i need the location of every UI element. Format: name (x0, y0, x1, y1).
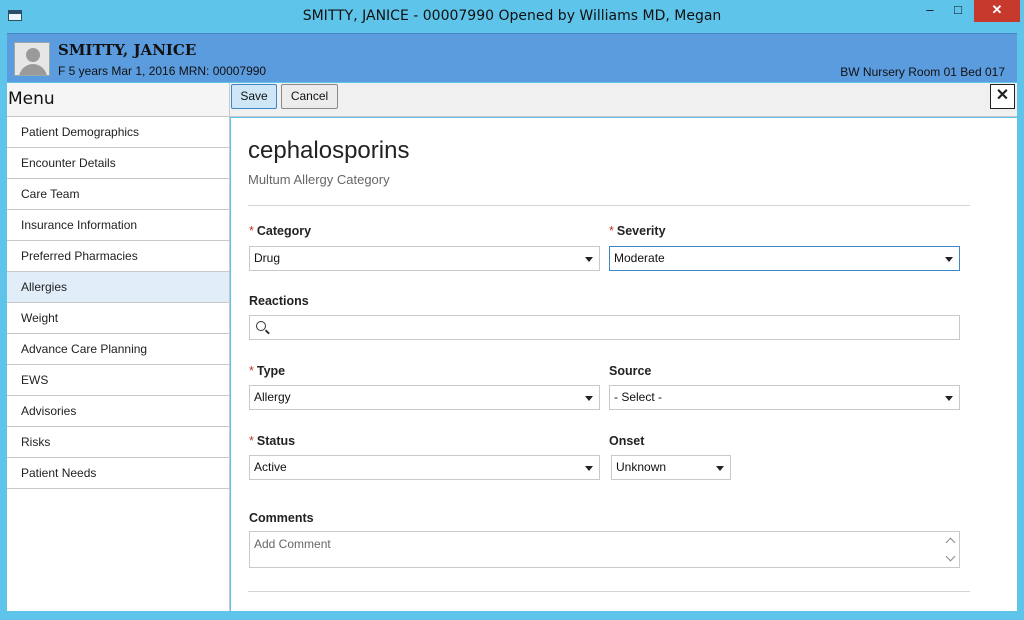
source-label: Source (609, 364, 652, 378)
search-icon (256, 321, 266, 331)
reactions-search-input[interactable] (249, 315, 960, 340)
sidebar-item-allergies[interactable]: Allergies (7, 272, 229, 303)
chevron-down-icon (945, 396, 953, 401)
status-select[interactable]: Active (249, 455, 600, 480)
menu-title: Menu (7, 83, 229, 117)
sidebar-item-care-team[interactable]: Care Team (7, 179, 229, 210)
divider (248, 591, 970, 592)
allergy-subtitle: Multum Allergy Category (248, 172, 390, 187)
comments-label: Comments (249, 511, 314, 525)
sidebar-item-advance-care-planning[interactable]: Advance Care Planning (7, 334, 229, 365)
reactions-label: Reactions (249, 294, 309, 308)
allergy-form: cephalosporins Multum Allergy Category *… (231, 118, 1017, 611)
severity-value: Moderate (614, 251, 665, 265)
onset-select[interactable]: Unknown (611, 455, 731, 480)
window-titlebar: SMITTY, JANICE - 00007990 Opened by Will… (0, 0, 1024, 33)
comments-placeholder: Add Comment (254, 537, 331, 551)
severity-select[interactable]: Moderate (609, 246, 960, 271)
chevron-down-icon (585, 257, 593, 262)
window-close-button[interactable]: ✕ (974, 0, 1020, 22)
minimize-button[interactable]: – (916, 0, 944, 22)
avatar-icon (14, 42, 50, 76)
category-select[interactable]: Drug (249, 246, 600, 271)
sidebar-item-patient-needs[interactable]: Patient Needs (7, 458, 229, 489)
type-value: Allergy (254, 390, 291, 404)
required-marker: * (609, 224, 614, 238)
save-button[interactable]: Save (231, 84, 277, 109)
sidebar-item-encounter-details[interactable]: Encounter Details (7, 148, 229, 179)
sidebar-item-advisories[interactable]: Advisories (7, 396, 229, 427)
onset-label: Onset (609, 434, 645, 448)
sidebar-item-ews[interactable]: EWS (7, 365, 229, 396)
type-label: * Type (249, 364, 286, 378)
required-marker: * (249, 364, 254, 378)
category-value: Drug (254, 251, 281, 265)
patient-name: SMITTY, JANICE (58, 41, 197, 59)
status-label: * Status (249, 434, 296, 448)
scroll-up-icon[interactable] (946, 536, 956, 544)
required-marker: * (249, 434, 254, 448)
required-marker: * (249, 224, 254, 238)
scroll-down-icon[interactable] (946, 555, 956, 563)
type-select[interactable]: Allergy (249, 385, 600, 410)
category-label: * Category (249, 224, 312, 238)
close-form-button[interactable]: ✕ (990, 84, 1015, 109)
onset-value: Unknown (616, 460, 667, 474)
chevron-down-icon (716, 466, 724, 471)
allergy-name: cephalosporins (248, 137, 410, 164)
severity-label: * Severity (609, 224, 666, 238)
source-select[interactable]: - Select - (609, 385, 960, 410)
sidebar-item-patient-demographics[interactable]: Patient Demographics (7, 117, 229, 148)
sidebar-item-weight[interactable]: Weight (7, 303, 229, 334)
window-title: SMITTY, JANICE - 00007990 Opened by Will… (302, 8, 722, 24)
chevron-down-icon (945, 257, 953, 262)
sidebar-item-risks[interactable]: Risks (7, 427, 229, 458)
source-value: - Select - (614, 390, 663, 404)
maximize-button[interactable]: □ (944, 0, 972, 22)
patient-location: BW Nursery Room 01 Bed 017 (840, 65, 1005, 79)
chevron-down-icon (585, 466, 593, 471)
chevron-down-icon (585, 396, 593, 401)
sidebar-item-preferred-pharmacies[interactable]: Preferred Pharmacies (7, 241, 229, 272)
patient-info: F 5 years Mar 1, 2016 MRN: 00007990 (58, 64, 267, 78)
sidebar-item-insurance-information[interactable]: Insurance Information (7, 210, 229, 241)
comments-textarea[interactable]: Add Comment (249, 531, 960, 568)
form-toolbar: Save Cancel ✕ (230, 83, 1017, 117)
cancel-button[interactable]: Cancel (281, 84, 338, 109)
divider (248, 205, 970, 206)
status-value: Active (254, 460, 287, 474)
sidebar-menu: Menu Patient Demographics Encounter Deta… (7, 83, 230, 611)
patient-banner: SMITTY, JANICE F 5 years Mar 1, 2016 MRN… (7, 33, 1017, 82)
